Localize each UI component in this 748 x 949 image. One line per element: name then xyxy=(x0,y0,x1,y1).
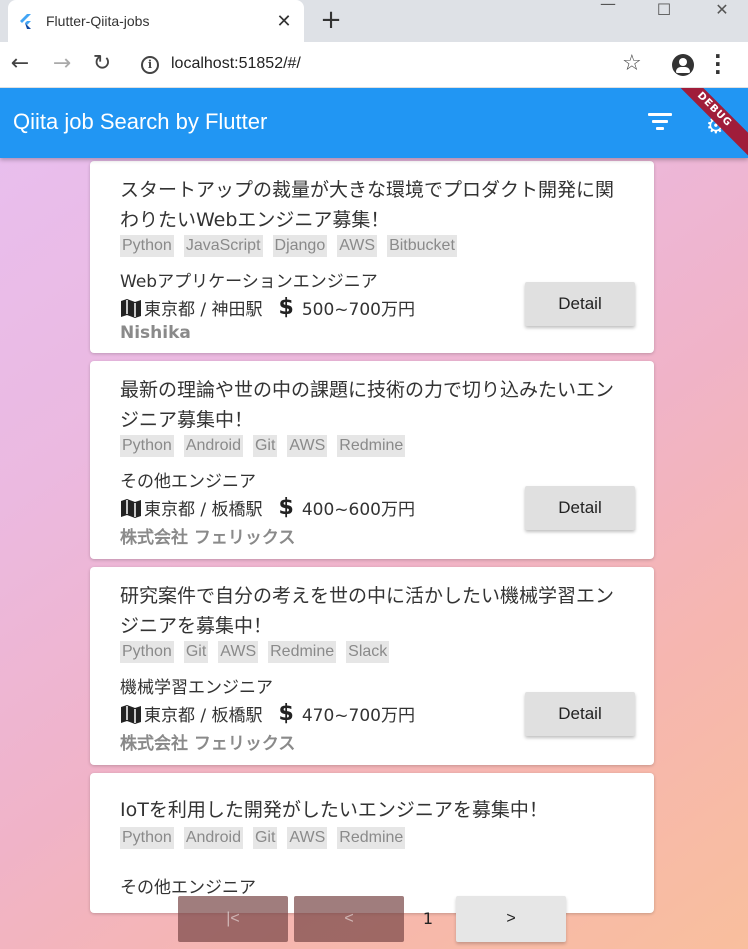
skill-tag: Redmine xyxy=(268,641,337,663)
back-arrow-icon[interactable]: ← xyxy=(8,52,32,76)
prev-page-button[interactable]: < xyxy=(294,896,404,942)
job-title: IoTを利用した開発がしたいエンジニアを募集中！ xyxy=(120,799,548,821)
job-location: 東京都 / 板橋駅 xyxy=(144,500,263,520)
browser-menu-icon[interactable]: · · · xyxy=(714,46,722,82)
next-page-button[interactable]: > xyxy=(456,896,566,942)
skill-tag: AWS xyxy=(337,235,378,257)
new-tab-button[interactable]: + xyxy=(318,6,344,34)
tab-close-icon[interactable]: ✕ xyxy=(274,11,294,32)
company-name: 株式会社 フェリックス xyxy=(120,528,296,548)
app-bar: Qiita job Search by Flutter ⚙ DEBUG xyxy=(0,88,748,159)
current-page-number: 1 xyxy=(422,909,434,928)
flutter-logo-icon xyxy=(20,14,31,29)
app-viewport: Qiita job Search by Flutter ⚙ DEBUG スタート… xyxy=(0,88,748,949)
skill-tag: Slack xyxy=(346,641,390,663)
skill-tag: Redmine xyxy=(337,827,406,849)
job-title: 最新の理論や世の中の課題に技術の力で切り込みたいエンジニア募集中！ xyxy=(120,379,615,431)
job-salary: 400~600万円 xyxy=(301,500,415,520)
job-position: 機械学習エンジニア xyxy=(120,678,273,698)
skill-tag: Android xyxy=(183,435,243,457)
bookmark-star-icon[interactable]: ☆ xyxy=(622,51,642,76)
address-bar[interactable]: localhost:51852/#/ xyxy=(171,55,301,73)
location-salary-row: 東京都 / 神田駅 $ 500~700万円 xyxy=(120,295,415,320)
map-icon xyxy=(121,298,141,318)
job-position: その他エンジニア xyxy=(120,878,256,898)
job-location: 東京都 / 神田駅 xyxy=(144,300,263,320)
job-card: 最新の理論や世の中の課題に技術の力で切り込みたいエンジニア募集中！ Python… xyxy=(90,361,654,559)
site-info-icon[interactable]: i xyxy=(141,56,159,74)
forward-arrow-icon[interactable]: → xyxy=(50,52,74,76)
skill-tag: AWS xyxy=(218,641,259,663)
browser-tab[interactable]: Flutter-Qiita-jobs ✕ xyxy=(8,0,304,42)
skill-tags: Python Android Git AWS Redmine xyxy=(120,435,406,457)
window-close-icon[interactable]: ✕ xyxy=(702,0,742,19)
company-name: Nishika xyxy=(120,323,191,343)
job-position: Webアプリケーションエンジニア xyxy=(120,272,378,292)
account-avatar-icon[interactable] xyxy=(672,54,694,76)
map-icon xyxy=(121,498,141,518)
job-title: 研究案件で自分の考えを世の中に活かしたい機械学習エンジニアを募集中！ xyxy=(120,585,615,637)
job-card: 研究案件で自分の考えを世の中に活かしたい機械学習エンジニアを募集中！ Pytho… xyxy=(90,567,654,765)
skill-tag: Python xyxy=(120,641,174,663)
map-icon xyxy=(121,704,141,724)
skill-tag: Android xyxy=(183,827,243,849)
detail-button[interactable]: Detail xyxy=(525,486,635,530)
job-position: その他エンジニア xyxy=(120,472,256,492)
tab-title: Flutter-Qiita-jobs xyxy=(46,13,150,29)
skill-tag: Redmine xyxy=(337,435,406,457)
skill-tag: AWS xyxy=(287,435,328,457)
skill-tag: Git xyxy=(252,435,278,457)
job-salary: 470~700万円 xyxy=(301,706,415,726)
maximize-icon[interactable]: ☐ xyxy=(644,0,684,19)
pagination: |< < 1 > xyxy=(178,896,568,942)
skill-tag: Bitbucket xyxy=(387,235,457,257)
skill-tags: Python Android Git AWS Redmine xyxy=(120,827,406,849)
location-salary-row: 東京都 / 板橋駅 $ 470~700万円 xyxy=(120,701,415,726)
filter-icon[interactable] xyxy=(648,113,672,133)
job-card: IoTを利用した開発がしたいエンジニアを募集中！ Python Android … xyxy=(90,773,654,913)
skill-tag: AWS xyxy=(287,827,328,849)
browser-tab-strip: Flutter-Qiita-jobs ✕ + — ☐ ✕ xyxy=(0,0,748,42)
browser-toolbar: ← → ↻ i localhost:51852/#/ ☆ · · · xyxy=(0,42,748,88)
job-title: スタートアップの裁量が大きな環境でプロダクト開発に関わりたいWebエンジニア募集… xyxy=(120,179,615,231)
minimize-icon[interactable]: — xyxy=(588,0,628,13)
reload-icon[interactable]: ↻ xyxy=(90,52,114,76)
company-name: 株式会社 フェリックス xyxy=(120,734,296,754)
skill-tag: Django xyxy=(272,235,328,257)
skill-tag: Git xyxy=(252,827,278,849)
dollar-icon: $ xyxy=(278,295,294,320)
skill-tag: JavaScript xyxy=(183,235,263,257)
detail-button[interactable]: Detail xyxy=(525,282,635,326)
skill-tag: Python xyxy=(120,435,174,457)
skill-tag: Python xyxy=(120,235,174,257)
skill-tags: Python Git AWS Redmine Slack xyxy=(120,641,390,663)
location-salary-row: 東京都 / 板橋駅 $ 400~600万円 xyxy=(120,495,415,520)
detail-button[interactable]: Detail xyxy=(525,692,635,736)
job-card: スタートアップの裁量が大きな環境でプロダクト開発に関わりたいWebエンジニア募集… xyxy=(90,161,654,353)
skill-tags: Python JavaScript Django AWS Bitbucket xyxy=(120,235,457,257)
skill-tag: Git xyxy=(183,641,209,663)
job-location: 東京都 / 板橋駅 xyxy=(144,706,263,726)
dollar-icon: $ xyxy=(278,701,294,726)
page-title: Qiita job Search by Flutter xyxy=(13,109,268,134)
skill-tag: Python xyxy=(120,827,174,849)
dollar-icon: $ xyxy=(278,495,294,520)
first-page-button[interactable]: |< xyxy=(178,896,288,942)
job-salary: 500~700万円 xyxy=(301,300,415,320)
